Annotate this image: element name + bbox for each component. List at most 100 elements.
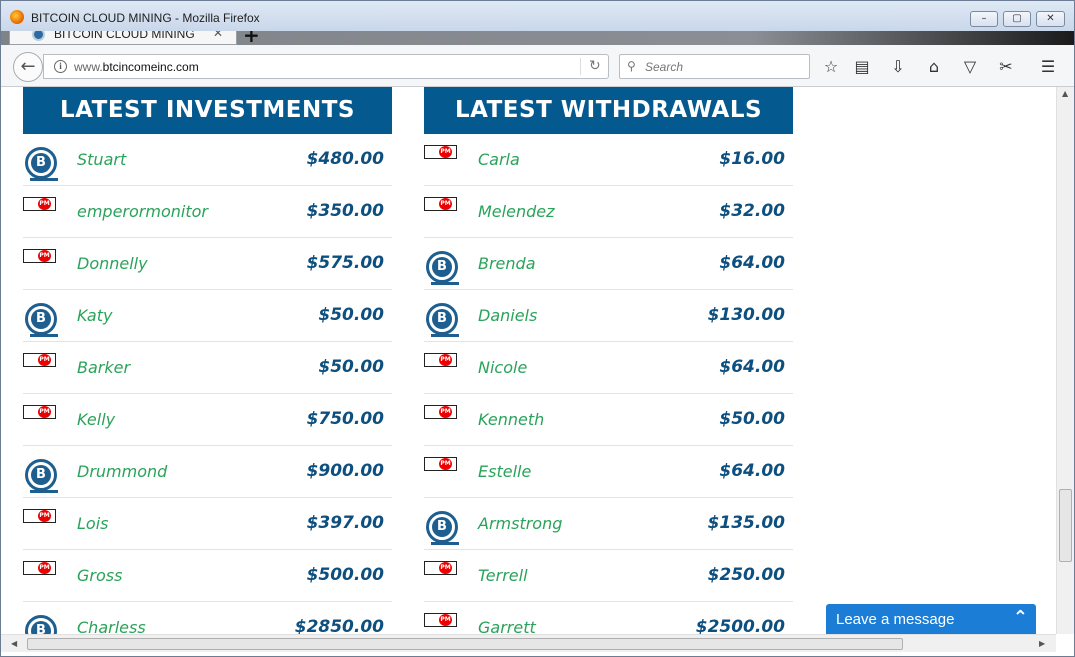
home-icon[interactable]: ⌂ bbox=[924, 57, 944, 77]
amount-value: $64.00 bbox=[719, 357, 785, 377]
perfect-money-glyph: PM bbox=[439, 354, 452, 366]
perfect-money-glyph: PM bbox=[439, 562, 452, 574]
perfect-money-icon: PM bbox=[424, 145, 457, 159]
window-title: BITCOIN CLOUD MINING - Mozilla Firefox bbox=[31, 11, 260, 25]
pocket-icon[interactable]: ▽ bbox=[960, 57, 980, 77]
menu-icon[interactable]: ☰ bbox=[1038, 57, 1058, 77]
perfect-money-glyph: PM bbox=[439, 614, 452, 626]
horizontal-scrollbar[interactable]: ◀ ▶ bbox=[1, 634, 1056, 652]
list-item: PM Kenneth $50.00 bbox=[424, 394, 793, 446]
back-button[interactable]: ← bbox=[13, 52, 43, 82]
bitcoin-icon: B bbox=[25, 459, 58, 493]
amount-value: $64.00 bbox=[719, 253, 785, 273]
investor-name: Daniels bbox=[478, 306, 538, 325]
new-tab-button[interactable]: + bbox=[243, 31, 260, 45]
amount-value: $130.00 bbox=[707, 305, 785, 325]
url-domain: btcincomeinc.com bbox=[102, 60, 199, 74]
list-item: B Drummond $900.00 bbox=[23, 446, 392, 498]
investor-name: Brenda bbox=[478, 254, 536, 273]
amount-value: $480.00 bbox=[306, 149, 384, 169]
minimize-button[interactable]: – bbox=[970, 11, 998, 27]
perfect-money-glyph: PM bbox=[38, 198, 51, 210]
amount-value: $50.00 bbox=[318, 357, 384, 377]
perfect-money-glyph: PM bbox=[38, 510, 51, 522]
investor-name: Stuart bbox=[77, 150, 127, 169]
perfect-money-icon: PM bbox=[23, 353, 56, 367]
investor-name: Nicole bbox=[478, 358, 528, 377]
bitcoin-glyph: B bbox=[36, 623, 46, 634]
perfect-money-icon: PM bbox=[424, 457, 457, 471]
vertical-scrollbar[interactable]: ▲ bbox=[1056, 87, 1074, 634]
reading-list-icon[interactable]: ▤ bbox=[852, 57, 872, 77]
investor-name: Kenneth bbox=[478, 410, 545, 429]
amount-value: $50.00 bbox=[318, 305, 384, 325]
bitcoin-icon: B bbox=[426, 251, 459, 285]
latest-investments-panel: LATEST INVESTMENTS B Stuart $480.00 PM emper… bbox=[23, 87, 392, 634]
perfect-money-glyph: PM bbox=[38, 354, 51, 366]
list-item: B Stuart $480.00 bbox=[23, 134, 392, 186]
url-text: www.btcincomeinc.com bbox=[74, 60, 199, 74]
perfect-money-icon: PM bbox=[23, 561, 56, 575]
perfect-money-glyph: PM bbox=[439, 198, 452, 210]
scroll-up-arrow-icon[interactable]: ▲ bbox=[1062, 89, 1068, 98]
info-icon[interactable]: i bbox=[54, 60, 67, 73]
chat-label: Leave a message bbox=[836, 611, 955, 628]
bitcoin-glyph: B bbox=[437, 311, 447, 326]
investor-name: emperormonitor bbox=[77, 202, 208, 221]
tab-close-icon[interactable]: ✕ bbox=[213, 31, 223, 40]
investor-name: Lois bbox=[77, 514, 109, 533]
list-item: PM Gross $500.00 bbox=[23, 550, 392, 602]
tab-strip: BITCOIN CLOUD MINING ✕ + bbox=[1, 31, 1074, 45]
investor-name: Kelly bbox=[77, 410, 116, 429]
perfect-money-glyph: PM bbox=[38, 406, 51, 418]
amount-value: $135.00 bbox=[707, 513, 785, 533]
investor-name: Charless bbox=[77, 618, 146, 634]
reload-icon[interactable]: ↻ bbox=[589, 58, 601, 74]
investor-name: Melendez bbox=[478, 202, 555, 221]
screenshot-icon[interactable]: ✂ bbox=[996, 57, 1016, 77]
amount-value: $350.00 bbox=[306, 201, 384, 221]
amount-value: $2850.00 bbox=[294, 617, 384, 634]
list-item: B Armstrong $135.00 bbox=[424, 498, 793, 550]
url-bar[interactable]: i www.btcincomeinc.com ↻ bbox=[43, 54, 609, 79]
bookmark-star-icon[interactable]: ☆ bbox=[821, 57, 841, 77]
page-content: LATEST INVESTMENTS B Stuart $480.00 PM emper… bbox=[1, 87, 1056, 634]
bitcoin-icon: B bbox=[25, 147, 58, 181]
list-item: PM Carla $16.00 bbox=[424, 134, 793, 186]
search-input[interactable]: ⚲ Search bbox=[619, 54, 810, 79]
maximize-button[interactable]: ▢ bbox=[1003, 11, 1031, 27]
investor-name: Carla bbox=[478, 150, 520, 169]
perfect-money-icon: PM bbox=[424, 561, 457, 575]
list-item: B Katy $50.00 bbox=[23, 290, 392, 342]
perfect-money-glyph: PM bbox=[38, 250, 51, 262]
live-chat-widget[interactable]: Leave a message ⌃ bbox=[826, 604, 1036, 634]
horizontal-scroll-thumb[interactable] bbox=[27, 638, 903, 650]
browser-window: BITCOIN CLOUD MINING - Mozilla Firefox –… bbox=[0, 0, 1075, 657]
chevron-up-icon[interactable]: ⌃ bbox=[1013, 607, 1028, 628]
close-window-button[interactable]: ✕ bbox=[1036, 11, 1065, 27]
perfect-money-icon: PM bbox=[424, 405, 457, 419]
amount-value: $900.00 bbox=[306, 461, 384, 481]
list-item: PM Lois $397.00 bbox=[23, 498, 392, 550]
list-item: B Daniels $130.00 bbox=[424, 290, 793, 342]
amount-value: $2500.00 bbox=[695, 617, 785, 634]
bitcoin-icon: B bbox=[426, 511, 459, 545]
bitcoin-glyph: B bbox=[437, 519, 447, 534]
withdrawals-list: PM Carla $16.00 PM Melendez $32.00 B Brenda $64.… bbox=[424, 134, 793, 634]
list-item: B Charless $2850.00 bbox=[23, 602, 392, 634]
amount-value: $16.00 bbox=[719, 149, 785, 169]
perfect-money-glyph: PM bbox=[38, 562, 51, 574]
tab-bitcoin-cloud-mining[interactable]: BITCOIN CLOUD MINING ✕ bbox=[9, 31, 237, 45]
scroll-right-arrow-icon[interactable]: ▶ bbox=[1039, 639, 1045, 648]
amount-value: $500.00 bbox=[306, 565, 384, 585]
list-item: PM Melendez $32.00 bbox=[424, 186, 793, 238]
investor-name: Barker bbox=[77, 358, 131, 377]
investments-title: LATEST INVESTMENTS bbox=[23, 87, 392, 134]
amount-value: $250.00 bbox=[707, 565, 785, 585]
scroll-left-arrow-icon[interactable]: ◀ bbox=[11, 639, 17, 648]
investments-list: B Stuart $480.00 PM emperormonitor $350.00 PM D… bbox=[23, 134, 392, 634]
investor-name: Drummond bbox=[77, 462, 168, 481]
vertical-scroll-thumb[interactable] bbox=[1059, 489, 1072, 562]
download-icon[interactable]: ⇩ bbox=[888, 57, 908, 77]
investor-name: Armstrong bbox=[478, 514, 563, 533]
